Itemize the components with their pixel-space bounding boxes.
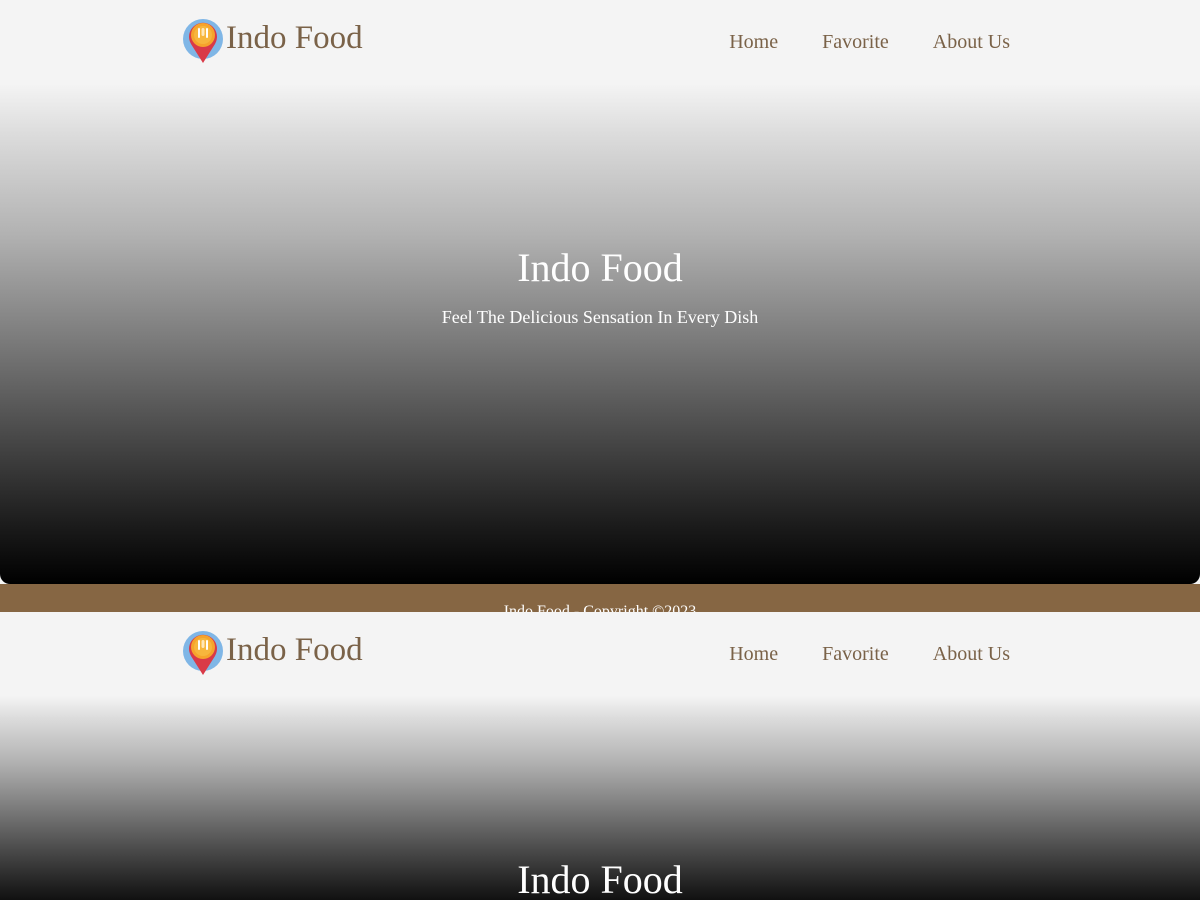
hero-tagline: Feel The Delicious Sensation In Every Di… [441,307,759,327]
hero-banner: Indo Food [0,696,1200,900]
navbar: Indo Food Home Favorite About Us [0,0,1200,84]
hero-title: Indo Food [517,245,683,290]
footer: Indo Food - Copyright ©2023 [0,584,1200,612]
page-view-repeat: Indo Food Home Favorite About Us Indo Fo… [0,612,1200,900]
nav-link-favorite[interactable]: Favorite [822,642,889,666]
nav-link-home[interactable]: Home [729,30,778,54]
brand[interactable]: Indo Food [182,630,363,678]
page-view-primary: Indo Food Home Favorite About Us Indo Fo… [0,0,1200,612]
nav-link-about-us[interactable]: About Us [933,642,1010,666]
map-pin-food-icon [182,630,224,676]
nav-menu: Home Favorite About Us [729,642,1010,666]
hero-banner: Indo Food Feel The Delicious Sensation I… [0,84,1200,584]
brand[interactable]: Indo Food [182,18,363,66]
brand-title: Indo Food [226,20,363,56]
footer-copyright: Indo Food - Copyright ©2023 [503,603,697,612]
nav-link-home[interactable]: Home [729,642,778,666]
nav-menu: Home Favorite About Us [729,30,1010,54]
nav-link-about-us[interactable]: About Us [933,30,1010,54]
nav-link-favorite[interactable]: Favorite [822,30,889,54]
navbar: Indo Food Home Favorite About Us [0,612,1200,696]
hero-title: Indo Food [517,857,683,900]
brand-title: Indo Food [226,632,363,668]
map-pin-food-icon [182,18,224,64]
